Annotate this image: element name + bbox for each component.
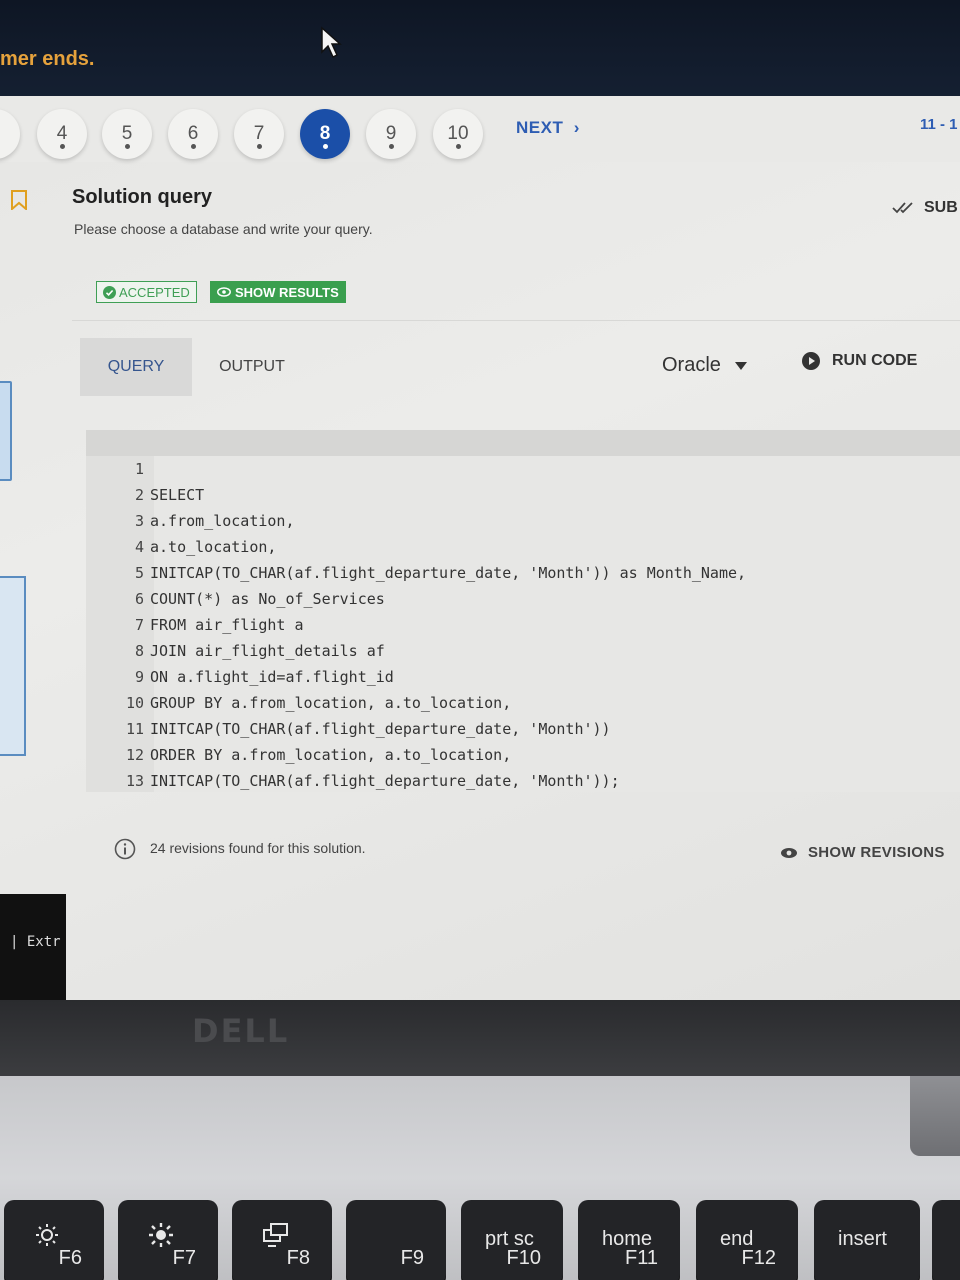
code-line[interactable]: 7 JOIN air_flight_details af bbox=[86, 586, 960, 660]
question-nav-8[interactable]: 8 bbox=[300, 109, 350, 159]
run-code-button[interactable]: RUN CODE bbox=[802, 352, 917, 370]
question-nav-9[interactable]: 9 bbox=[366, 109, 416, 159]
next-range-label[interactable]: 11 - 1 bbox=[920, 116, 958, 133]
dot-icon bbox=[125, 144, 130, 149]
dot-icon bbox=[191, 144, 196, 149]
dell-logo: DELL bbox=[192, 1012, 290, 1050]
question-nav-10[interactable]: 10 bbox=[433, 109, 483, 159]
code-line[interactable]: 13 bbox=[86, 742, 960, 790]
show-revisions-button[interactable]: SHOW REVISIONS bbox=[780, 844, 945, 861]
top-bar bbox=[0, 0, 960, 100]
background-diagram-edge bbox=[0, 576, 26, 756]
laptop-hinge bbox=[910, 1076, 960, 1156]
question-nav-4[interactable]: 4 bbox=[37, 109, 87, 159]
timer-label: mer ends. bbox=[0, 48, 95, 70]
eye-icon bbox=[217, 287, 231, 297]
info-icon bbox=[114, 838, 136, 860]
submit-button[interactable]: SUB bbox=[892, 199, 958, 217]
mouse-pointer-icon bbox=[321, 26, 342, 59]
code-line[interactable]: 6 FROM air_flight a bbox=[86, 560, 960, 634]
key-f8[interactable]: F8 bbox=[232, 1200, 332, 1280]
code-line[interactable]: 1 SELECT bbox=[86, 430, 960, 504]
question-nav-6[interactable]: 6 bbox=[168, 109, 218, 159]
code-line[interactable]: 5 COUNT(*) as No_of_Services bbox=[86, 534, 960, 608]
tab-output[interactable]: OUTPUT bbox=[200, 338, 304, 396]
key-f10[interactable]: prt sc F10 bbox=[461, 1200, 563, 1280]
question-subtitle: Please choose a database and write your … bbox=[74, 221, 373, 237]
double-check-icon bbox=[892, 202, 913, 214]
line-number: 13 bbox=[125, 772, 144, 790]
accepted-badge: ACCEPTED bbox=[96, 281, 197, 303]
code-editor[interactable]: 1 SELECT 2 a.from_location, 3 a.to_locat… bbox=[86, 430, 960, 792]
code-line[interactable]: 9 GROUP BY a.from_location, a.to_locatio… bbox=[86, 638, 960, 712]
key-partial[interactable] bbox=[932, 1200, 960, 1280]
bookmark-icon[interactable] bbox=[10, 190, 28, 210]
eye-icon bbox=[781, 847, 797, 858]
chevron-right-icon: › bbox=[568, 118, 580, 137]
background-terminal: | Extr bbox=[0, 894, 66, 1001]
revisions-count-text: 24 revisions found for this solution. bbox=[150, 840, 366, 856]
dot-icon bbox=[257, 144, 262, 149]
laptop-bezel bbox=[0, 1000, 960, 1078]
dot-icon bbox=[323, 144, 328, 149]
brightness-down-icon bbox=[36, 1224, 58, 1246]
key-f6[interactable]: F6 bbox=[4, 1200, 104, 1280]
key-f7[interactable]: F7 bbox=[118, 1200, 218, 1280]
show-results-button[interactable]: SHOW RESULTS bbox=[210, 281, 346, 303]
caret-down-icon bbox=[734, 361, 747, 370]
question-nav-7[interactable]: 7 bbox=[234, 109, 284, 159]
code-line[interactable]: 8 ON a.flight_id=af.flight_id bbox=[86, 612, 960, 686]
question-nav-5[interactable]: 5 bbox=[102, 109, 152, 159]
key-f12[interactable]: end F12 bbox=[696, 1200, 798, 1280]
dot-icon bbox=[389, 144, 394, 149]
code-line[interactable]: 4 INITCAP(TO_CHAR(af.flight_departure_da… bbox=[86, 508, 960, 582]
check-circle-icon bbox=[103, 285, 116, 299]
background-window-edge bbox=[0, 381, 12, 481]
code-line[interactable]: 3 a.to_location, bbox=[86, 482, 960, 556]
next-button[interactable]: NEXT › bbox=[516, 118, 580, 138]
app-screen: 3 4 5 6 7 8 9 10 NEXT › 11 - 1 Solution bbox=[0, 96, 960, 1001]
display-switch-icon bbox=[263, 1223, 288, 1247]
question-navigator: 3 4 5 6 7 8 9 10 NEXT › 11 - 1 bbox=[0, 96, 960, 162]
divider bbox=[72, 320, 960, 321]
tab-query[interactable]: QUERY bbox=[80, 338, 192, 396]
dot-icon bbox=[456, 144, 461, 149]
database-select[interactable]: Oracle bbox=[662, 354, 747, 377]
play-circle-icon bbox=[802, 352, 820, 370]
code-line[interactable]: 11 ORDER BY a.from_location, a.to_locati… bbox=[86, 690, 960, 764]
key-f9[interactable]: F9 bbox=[346, 1200, 446, 1280]
key-insert[interactable]: insert bbox=[814, 1200, 920, 1280]
database-select-value: Oracle bbox=[662, 354, 721, 376]
code-line[interactable]: 10 INITCAP(TO_CHAR(af.flight_departure_d… bbox=[86, 664, 960, 738]
code-line[interactable]: 2 a.from_location, bbox=[86, 456, 960, 530]
brightness-up-icon bbox=[149, 1223, 173, 1247]
question-nav-3[interactable]: 3 bbox=[0, 109, 20, 159]
dot-icon bbox=[60, 144, 65, 149]
code-text: INITCAP(TO_CHAR(af.flight_departure_date… bbox=[150, 772, 620, 790]
code-line[interactable]: 12 INITCAP(TO_CHAR(af.flight_departure_d… bbox=[86, 716, 960, 790]
question-title: Solution query bbox=[72, 186, 212, 208]
key-f11[interactable]: home F11 bbox=[578, 1200, 680, 1280]
